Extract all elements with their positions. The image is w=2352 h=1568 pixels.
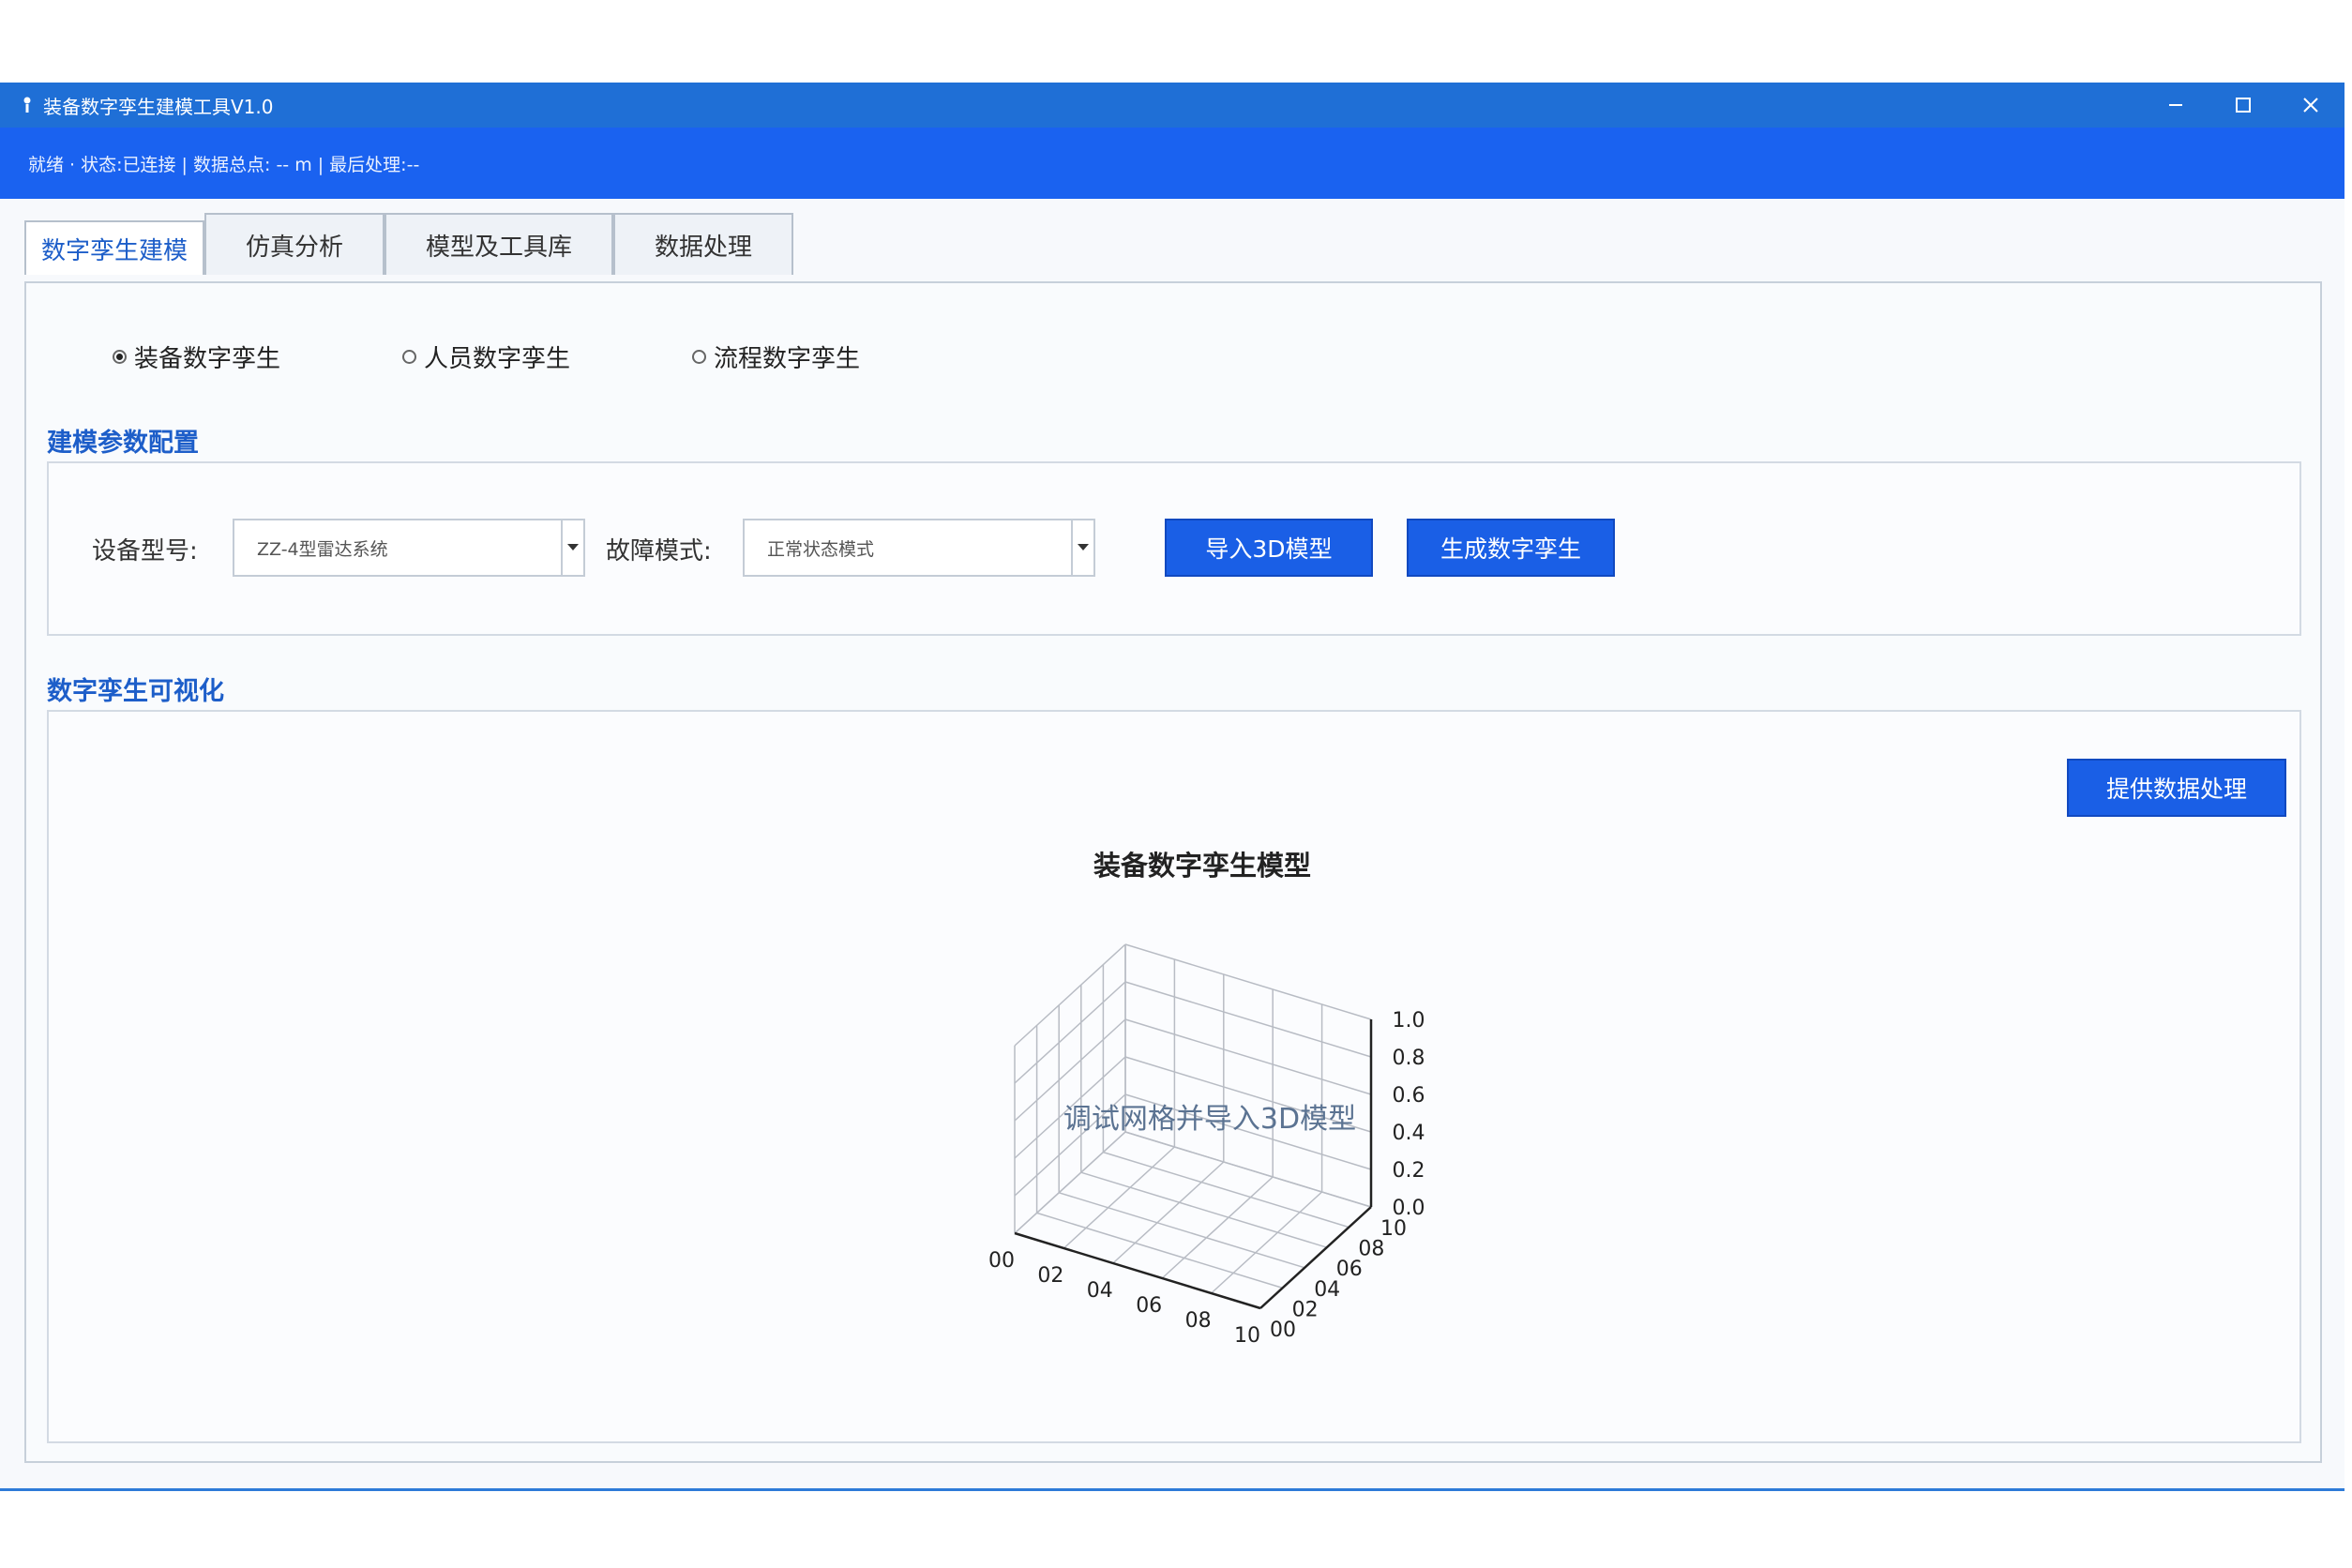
- floor-gridline: [1161, 1176, 1274, 1279]
- fault-select-value: 正常状态模式: [767, 538, 875, 560]
- z-tick-label: 0.6: [1393, 1084, 1425, 1108]
- floor-gridline: [1124, 1131, 1372, 1208]
- floor-gridline: [1112, 1161, 1225, 1264]
- tab-model-library[interactable]: 模型及工具库: [384, 213, 614, 275]
- config-box: 设备型号: ZZ-4型雷达系统 故障模式: 正常状态模式 导入3D模型 生成数字…: [47, 461, 2301, 636]
- radio-label: 流程数字孪生: [714, 345, 861, 373]
- side-wall-gridline: [1124, 981, 1372, 1058]
- device-select[interactable]: ZZ-4型雷达系统: [233, 519, 585, 577]
- x-tick-label: 00: [988, 1249, 1015, 1273]
- tab-simulation-analysis[interactable]: 仿真分析: [204, 213, 385, 275]
- window-title: 装备数字孪生建模工具V1.0: [43, 95, 274, 118]
- radio-label: 人员数字孪生: [424, 345, 571, 373]
- close-button[interactable]: [2277, 83, 2344, 128]
- back-wall-gridline: [1014, 981, 1126, 1084]
- radio-personnel-twin[interactable]: 人员数字孪生: [402, 339, 570, 374]
- radio-equipment-twin[interactable]: 装备数字孪生: [113, 339, 280, 374]
- x-tick-label: 04: [1087, 1279, 1113, 1303]
- tab-data-processing[interactable]: 数据处理: [613, 213, 794, 275]
- z-tick-label: 1.0: [1393, 1009, 1425, 1033]
- tab-label: 模型及工具库: [426, 233, 573, 262]
- data-processing-button[interactable]: 提供数据处理: [2067, 759, 2286, 817]
- close-icon: [2303, 98, 2318, 113]
- tab-label: 数字孪生建模: [41, 236, 188, 265]
- chart-3d-axes: 000204060810 0002040608100.00.20.40.60.81…: [988, 943, 1425, 1348]
- tab-label: 仿真分析: [246, 233, 344, 262]
- status-text: 就绪 · 状态:已连接 | 数据总点: -- m | 最后处理:--: [28, 154, 420, 175]
- radio-dot: [402, 350, 417, 364]
- app-icon: [23, 97, 31, 113]
- tab-label: 数据处理: [655, 233, 753, 262]
- y-tick-label: 00: [1270, 1319, 1296, 1342]
- maximize-icon: [2236, 98, 2251, 113]
- generate-twin-button[interactable]: 生成数字孪生: [1407, 519, 1615, 577]
- x-tick-label: 06: [1136, 1294, 1162, 1318]
- side-wall-gridline: [1124, 943, 1372, 1020]
- z-tick-label: 0.0: [1393, 1197, 1425, 1220]
- y-tick-label: 04: [1314, 1278, 1340, 1302]
- chevron-down-icon: [1071, 520, 1093, 575]
- y-tick-label: 10: [1380, 1217, 1407, 1241]
- floor-gridline: [1080, 1171, 1328, 1248]
- z-tick-label: 0.8: [1393, 1047, 1425, 1070]
- radio-dot: [692, 350, 707, 364]
- maximize-button[interactable]: [2209, 83, 2277, 128]
- floor-gridline: [1103, 1151, 1349, 1229]
- visualization-section-title: 数字孪生可视化: [47, 677, 224, 706]
- y-tick-label: 08: [1358, 1238, 1384, 1261]
- z-tick-label: 0.4: [1393, 1122, 1425, 1145]
- import-3d-model-button[interactable]: 导入3D模型: [1165, 519, 1373, 577]
- x-tick-label: 08: [1185, 1309, 1212, 1333]
- minimize-button[interactable]: [2142, 83, 2209, 128]
- fault-select[interactable]: 正常状态模式: [743, 519, 1095, 577]
- chart-overlay-text: 调试网格并导入3D模型: [1063, 1103, 1356, 1136]
- config-section-title: 建模参数配置: [47, 429, 199, 458]
- radio-process-twin[interactable]: 流程数字孪生: [692, 339, 860, 374]
- fault-label: 故障模式:: [606, 537, 712, 565]
- device-select-value: ZZ-4型雷达系统: [257, 538, 388, 560]
- floor-gridline: [1058, 1192, 1305, 1269]
- twin-type-group: 装备数字孪生 人员数字孪生 流程数字孪生: [113, 339, 982, 374]
- chart-title: 装备数字孪生模型: [1093, 850, 1311, 882]
- y-tick-label: 02: [1292, 1298, 1319, 1321]
- radio-label: 装备数字孪生: [134, 345, 281, 373]
- floor-gridline: [1211, 1191, 1323, 1294]
- status-bar: 就绪 · 状态:已连接 | 数据总点: -- m | 最后处理:--: [0, 128, 2344, 199]
- y-tick-label: 06: [1336, 1258, 1363, 1281]
- x-tick-label: 10: [1234, 1324, 1260, 1348]
- back-wall-gridline: [1014, 943, 1126, 1047]
- tab-digital-twin-modeling[interactable]: 数字孪生建模: [24, 220, 205, 275]
- minimize-icon: [2169, 104, 2182, 106]
- chevron-down-icon: [561, 520, 583, 575]
- side-wall-gridline: [1124, 1018, 1372, 1095]
- title-bar: 装备数字孪生建模工具V1.0: [0, 83, 2344, 128]
- x-tick-label: 02: [1037, 1264, 1063, 1288]
- device-label: 设备型号:: [92, 537, 198, 565]
- z-tick-label: 0.2: [1393, 1159, 1425, 1183]
- tab-bar: 数字孪生建模 仿真分析 模型及工具库 数据处理: [24, 213, 794, 275]
- back-wall-gridline: [1014, 1131, 1126, 1234]
- radio-dot: [113, 350, 127, 364]
